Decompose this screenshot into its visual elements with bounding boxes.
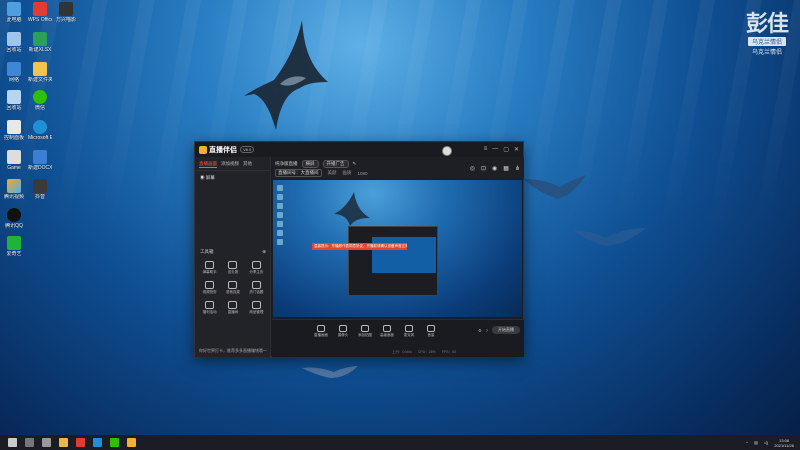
desktop-icon-folder[interactable]: 新建文件夹: [28, 62, 52, 83]
settings-icon[interactable]: ⚙: [478, 328, 482, 333]
record-icon[interactable]: ◉: [492, 165, 497, 172]
desktop-icon-video-editor[interactable]: 万兴喵影: [54, 2, 78, 23]
tool-item[interactable]: 分享主页: [245, 261, 268, 275]
left-tabs: 直播画面 添加视频 其他: [195, 157, 270, 171]
share-icon[interactable]: ⋔: [515, 165, 520, 172]
help-icon[interactable]: ?: [486, 328, 488, 333]
wps-taskbar-icon[interactable]: [76, 438, 85, 447]
preview-notice: 温馨提示：开播即代表同意协议，开播前请确认设备声音正常开启: [312, 243, 407, 250]
beauty-option[interactable]: 美颜: [328, 170, 337, 176]
desktop-icon-game[interactable]: Game: [2, 150, 26, 171]
taskview-icon[interactable]: [42, 438, 51, 447]
clock[interactable]: 13:08 2021/11/26: [774, 438, 794, 448]
toolbox-header: 工具箱 ⊕: [200, 249, 266, 255]
desktop-icon-douyin[interactable]: 抖音: [28, 179, 52, 200]
tab-add-video[interactable]: 添加视频: [221, 161, 239, 168]
scene-button[interactable]: 直播画面: [314, 325, 328, 338]
microphone-button[interactable]: 麦克风: [402, 325, 416, 338]
maximize-icon[interactable]: ▢: [503, 146, 509, 153]
edit-icon[interactable]: ✎: [353, 161, 357, 167]
resolution-option[interactable]: 1080: [358, 171, 368, 176]
toolbox-grid: 弹幕助手 送礼物 分享主页 视频快剪 语音连麦 热门话题 福利活动 直播间 商品…: [198, 261, 268, 315]
left-bottom-notice: 你好世界打卡，推荐多多直播赚钱哦～: [199, 348, 267, 353]
camera-button[interactable]: 摄像头: [336, 325, 350, 338]
desktop-icon-control-panel[interactable]: 控制面板: [2, 120, 26, 141]
desktop-icon-wps[interactable]: WPS Office: [28, 2, 52, 23]
app-logo-icon: [199, 145, 207, 154]
title-bar: 直播伴侣 V8.0 ≡ — ▢ ✕: [195, 142, 523, 157]
volume-button[interactable]: 音量: [424, 325, 438, 338]
ad-button[interactable]: 开播广告: [322, 160, 349, 168]
advanced-button[interactable]: 高级面板: [380, 325, 394, 338]
orientation-button[interactable]: 横屏: [301, 160, 319, 168]
desktop-icon-xlsx[interactable]: 新建XLSX: [28, 32, 52, 53]
preview-manta: [334, 192, 370, 226]
desktop-icon-iqiyi[interactable]: 爱奇艺: [2, 236, 26, 257]
close-icon[interactable]: ✕: [514, 146, 519, 153]
desktop-icon-wechat[interactable]: 微信: [28, 90, 52, 111]
manta-ray-small: [524, 175, 586, 199]
quality-option[interactable]: 画质: [343, 170, 352, 176]
preview-desktop-icons: [277, 185, 285, 248]
desktop-icon-docx[interactable]: 新建DOCX文档: [28, 150, 52, 171]
wechat-taskbar-icon[interactable]: [110, 438, 119, 447]
camera-icon[interactable]: ◎: [470, 165, 475, 172]
desktop-icon-this-pc[interactable]: 此电脑: [2, 2, 26, 23]
desktop-icon-recycle[interactable]: 回收站: [2, 90, 26, 111]
system-tray: ^ ▤ ◁) 13:08 2021/11/26: [746, 438, 800, 448]
top-toolbar: 纯净版直播 横屏 开播广告 ✎ 直播间号：大直播间 美颜 画质 1080 ◎ ⊡…: [272, 157, 524, 179]
menu-icon[interactable]: ≡: [484, 146, 488, 153]
room-select[interactable]: 直播间号：大直播间: [275, 169, 322, 177]
version-badge: V8.0: [240, 146, 255, 153]
edge-taskbar-icon[interactable]: [93, 438, 102, 447]
watermark-logo: 彭佳 乌克兰情侣 乌克兰情侣: [745, 12, 789, 57]
desktop-icon-edge[interactable]: Microsoft Edge: [28, 120, 52, 141]
tool-item[interactable]: 视频快剪: [198, 281, 221, 295]
desktop-icon-recycle-bin[interactable]: 回收站: [2, 32, 26, 53]
tool-item[interactable]: 热门话题: [245, 281, 268, 295]
desktop-icon-network[interactable]: 网络: [2, 62, 26, 83]
search-icon[interactable]: [25, 438, 34, 447]
minimize-icon[interactable]: —: [492, 146, 498, 153]
lock-icon[interactable]: ⊡: [481, 165, 486, 172]
sticker-button[interactable]: 添加贴图: [358, 325, 372, 338]
tool-item[interactable]: 福利活动: [198, 301, 221, 315]
manta-ray-large: [244, 20, 328, 130]
stream-title: 纯净版直播: [275, 161, 298, 166]
tool-item[interactable]: 送礼物: [221, 261, 244, 275]
tool-item[interactable]: 商品管理: [245, 301, 268, 315]
volume-icon[interactable]: ◁): [764, 440, 768, 445]
window-controls: ≡ — ▢ ✕: [484, 146, 519, 153]
preview-nested-window: [348, 226, 438, 296]
add-tool-icon[interactable]: ⊕: [262, 249, 266, 255]
manta-ray-right: [572, 228, 646, 246]
manta-ray-lower: [302, 366, 358, 378]
left-panel: 直播画面 添加视频 其他 ◉ 屏幕 工具箱 ⊕ 弹幕助手 送礼物 分享主页 视频快…: [195, 157, 271, 357]
tool-item[interactable]: 语音连麦: [221, 281, 244, 295]
start-icon[interactable]: [8, 438, 17, 447]
scene-source-item[interactable]: ◉ 屏幕: [195, 171, 270, 185]
app-name: 直播伴侣: [209, 146, 237, 154]
taskbar: ^ ▤ ◁) 13:08 2021/11/26: [0, 435, 800, 450]
tab-other[interactable]: 其他: [243, 161, 252, 168]
status-bar: 上行：0 kb/s CPU：28% FPS：60: [392, 350, 456, 354]
bottom-toolbar: 直播画面 摄像头 添加贴图 高级面板 麦克风 音量 ⚙ ? 开始直播 上行：0 …: [272, 319, 524, 357]
tool-item[interactable]: 直播间: [221, 301, 244, 315]
desktop-icon-qq[interactable]: 腾讯QQ: [2, 208, 26, 229]
start-live-button[interactable]: 开始直播: [492, 326, 520, 334]
tab-live-scene[interactable]: 直播画面: [199, 161, 217, 168]
grid-icon[interactable]: ▦: [503, 165, 509, 172]
live-companion-taskbar-icon[interactable]: [127, 438, 136, 447]
network-icon[interactable]: ▤: [754, 440, 758, 445]
tray-chevron-icon[interactable]: ^: [746, 440, 748, 445]
desktop-icon-tencent-video[interactable]: 腾讯视频: [2, 179, 26, 200]
tool-item[interactable]: 弹幕助手: [198, 261, 221, 275]
user-avatar[interactable]: [442, 146, 452, 156]
live-preview: 温馨提示：开播即代表同意协议，开播前请确认设备声音正常开启: [273, 180, 522, 317]
explorer-icon[interactable]: [59, 438, 68, 447]
